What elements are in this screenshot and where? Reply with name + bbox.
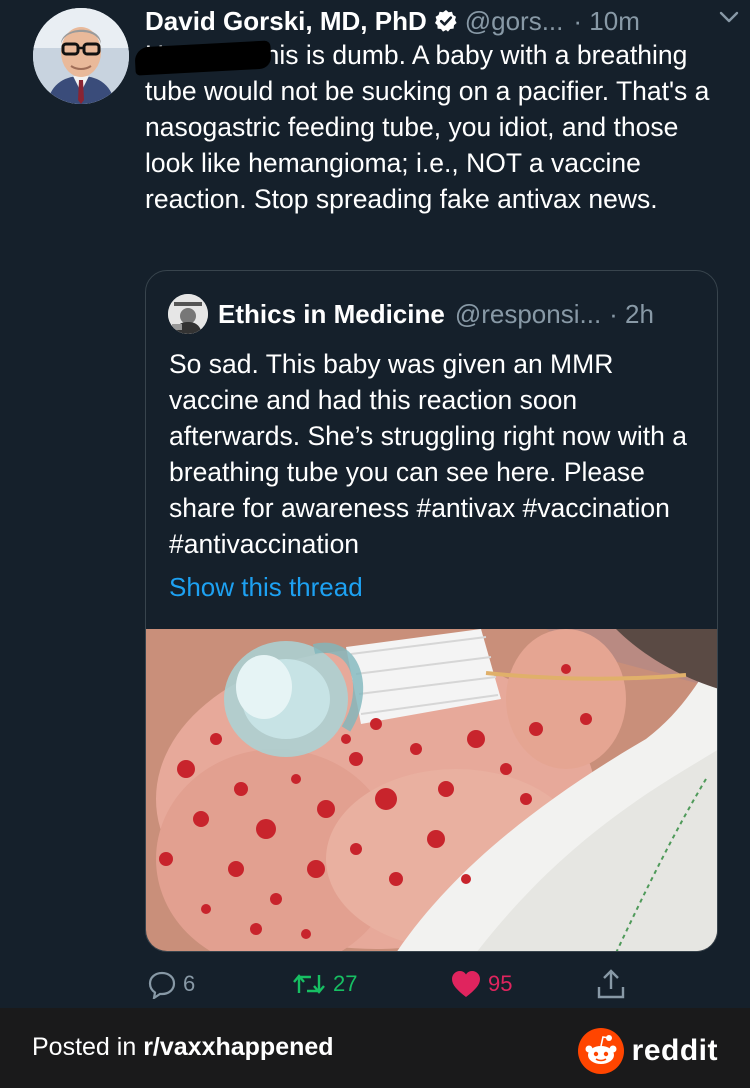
reddit-footer: Posted in r/vaxxhappened reddit xyxy=(0,1008,750,1088)
quoted-tweet-photo[interactable] xyxy=(146,629,717,951)
like-count: 95 xyxy=(488,971,513,996)
tweet-actions: 6 27 95 xyxy=(145,965,645,1005)
verified-badge-icon xyxy=(434,9,458,33)
quoted-author-handle[interactable]: @responsi... xyxy=(455,299,601,330)
retweet-button[interactable]: 27 xyxy=(291,965,357,1003)
retweet-icon xyxy=(293,974,325,994)
author-name[interactable]: David Gorski, MD, PhD xyxy=(145,6,427,37)
subreddit-link[interactable]: r/vaxxhappened xyxy=(143,1033,333,1061)
author-handle[interactable]: @gors... xyxy=(465,6,564,37)
quoted-tweet-header: Ethics in Medicine @responsi... · 2h xyxy=(168,294,698,334)
posted-in-prefix: Posted in xyxy=(32,1033,144,1061)
like-button[interactable]: 95 xyxy=(450,965,512,1003)
chevron-down-icon[interactable] xyxy=(718,8,740,26)
posted-in-label: Posted in r/vaxxhappened xyxy=(32,1033,334,1062)
reddit-alien-icon xyxy=(577,1028,624,1074)
retweet-count: 27 xyxy=(333,971,358,996)
heart-icon xyxy=(452,971,480,997)
tweet-header: David Gorski, MD, PhD @gors... · 10m xyxy=(145,4,730,38)
tweet: David Gorski, MD, PhD @gors... · 10m H n… xyxy=(0,0,750,1008)
reply-count: 6 xyxy=(183,971,196,996)
quoted-tweet-card[interactable]: Ethics in Medicine @responsi... · 2h So … xyxy=(145,270,718,952)
quoted-tweet-text: So sad. This baby was given an MMR vacci… xyxy=(169,349,687,559)
quoted-author-avatar[interactable] xyxy=(168,294,208,334)
quoted-tweet-timestamp[interactable]: · 2h xyxy=(609,299,654,330)
author-avatar[interactable] xyxy=(33,8,129,104)
quoted-author-name[interactable]: Ethics in Medicine xyxy=(218,299,445,330)
share-button[interactable] xyxy=(595,965,633,1003)
reddit-wordmark: reddit xyxy=(631,1034,718,1067)
reply-icon xyxy=(148,971,176,999)
reddit-logo[interactable]: reddit xyxy=(577,1028,718,1074)
reply-button[interactable]: 6 xyxy=(147,965,195,1003)
tweet-timestamp[interactable]: · 10m xyxy=(573,6,639,37)
share-icon xyxy=(597,969,625,999)
show-thread-link[interactable]: Show this thread xyxy=(169,572,363,603)
